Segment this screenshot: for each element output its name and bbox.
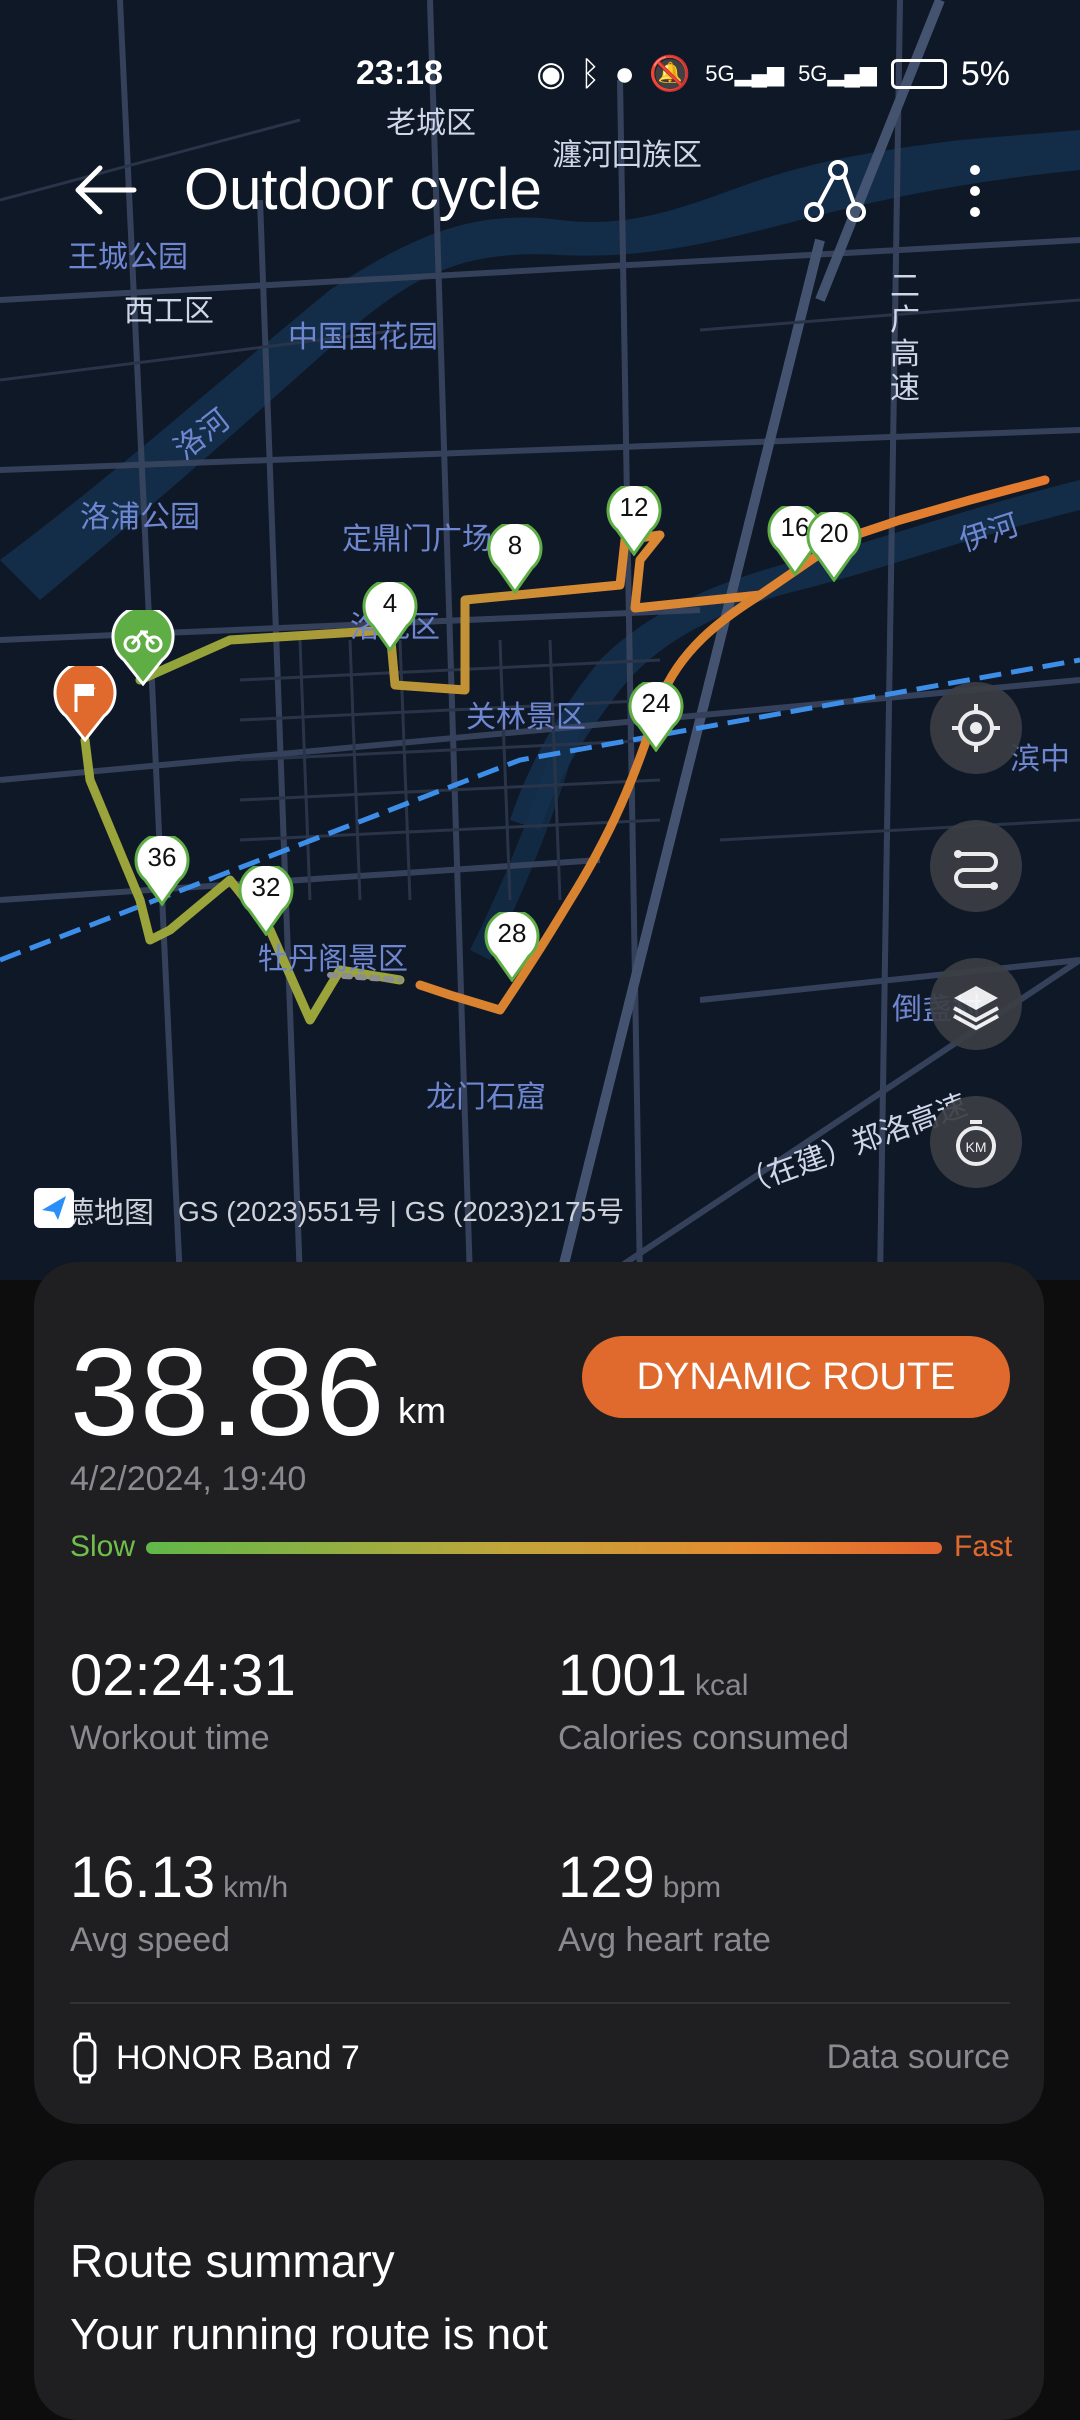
locate-button[interactable] [930, 682, 1022, 774]
km-marker-label: 8 [507, 530, 523, 560]
km-marker-12: 12 [606, 486, 662, 556]
dynamic-route-button[interactable]: DYNAMIC ROUTE [582, 1336, 1010, 1418]
finish-flag-icon [53, 666, 117, 742]
layers-button[interactable] [930, 958, 1022, 1050]
svg-text:KM: KM [966, 1139, 987, 1155]
map-license: GS (2023)551号 | GS (2023)2175号 [178, 1196, 625, 1227]
more-options-icon[interactable] [950, 156, 1000, 226]
km-marker-4: 4 [362, 582, 418, 652]
battery-icon [890, 59, 947, 89]
map-label-xigong: 西工区 [124, 295, 214, 328]
km-marker-label: 20 [819, 518, 849, 548]
status-icons: ◉ ᛒ ● 🔕 5G▂▄▆ 5G▂▄▆ 5% [536, 54, 1010, 94]
divider [70, 2002, 1010, 2004]
km-marker-label: 24 [641, 688, 671, 718]
mute-icon: 🔕 [648, 55, 692, 93]
km-marker-toggle-button[interactable]: KM [930, 1096, 1022, 1188]
status-bar: 23:18 ◉ ᛒ ● 🔕 5G▂▄▆ 5G▂▄▆ 5% [0, 50, 1080, 96]
back-arrow-icon[interactable] [70, 160, 140, 220]
stat-avg-heart-rate: 129 bpm Avg heart rate [558, 1844, 771, 1960]
stat-avg-speed: 16.13 km/h Avg speed [70, 1844, 288, 1960]
route-share-icon[interactable] [800, 156, 870, 226]
km-marker-24: 24 [628, 682, 684, 752]
device-name: HONOR Band 7 [116, 2038, 360, 2077]
map-label-mudan: 牡丹阁景区 [258, 943, 408, 976]
km-marker-28: 28 [484, 912, 540, 982]
map-label-zhongguo: 中国国花园 [288, 321, 438, 354]
km-marker-36: 36 [134, 836, 190, 906]
map-attribution: 高德地图 GS (2023)551号 | GS (2023)2175号 [34, 1188, 624, 1232]
distance-unit: km [398, 1390, 446, 1431]
workout-date: 4/2/2024, 19:40 [70, 1460, 307, 1498]
location-icon: ● [614, 54, 635, 93]
workout-time-value: 02:24:31 [70, 1643, 296, 1708]
avg-speed-unit: km/h [223, 1871, 289, 1904]
battery-percent: 5% [960, 54, 1010, 93]
route-summary-text: Your running route is not [70, 2310, 548, 2359]
calories-value: 1001 [558, 1643, 688, 1708]
route-switch-button[interactable] [930, 820, 1022, 912]
km-marker-label: 12 [619, 492, 649, 522]
bluetooth-icon: ᛒ [579, 54, 601, 93]
fast-label: Fast [954, 1530, 1013, 1563]
map-label-luopu: 洛浦公园 [80, 501, 200, 534]
km-marker-32: 32 [238, 866, 294, 936]
km-marker-20: 20 [806, 512, 862, 582]
km-marker-label: 32 [251, 872, 281, 902]
km-marker-label: 4 [382, 588, 398, 618]
route-summary-title: Route summary [70, 2235, 395, 2287]
map-label-guanlin: 关林景区 [466, 701, 586, 734]
km-marker-8: 8 [487, 524, 543, 594]
heart-rate-label: Avg heart rate [558, 1921, 771, 1959]
route-switch-icon [954, 850, 998, 890]
heart-rate-value: 129 [558, 1845, 655, 1910]
band-device-icon [73, 2032, 97, 2084]
calories-unit: kcal [695, 1669, 749, 1702]
map-label-longmen: 龙门石窟 [426, 1081, 546, 1114]
avg-speed-value: 16.13 [70, 1845, 216, 1910]
slow-label: Slow [70, 1530, 136, 1563]
status-time: 23:18 [356, 54, 443, 92]
speed-gradient-bar [146, 1542, 942, 1554]
map-label-dingding: 定鼎门广场 [342, 523, 492, 556]
heart-rate-unit: bpm [662, 1871, 722, 1904]
route-summary-card: Route summary Your running route is not [34, 2160, 1044, 2420]
start-bike-icon [111, 610, 175, 686]
signal-2: 5G▂▄▆ [798, 61, 877, 86]
distance-value: 38.86 [70, 1324, 386, 1462]
eye-icon: ◉ [536, 55, 566, 93]
map-label-wangcheng: 王城公园 [68, 241, 188, 274]
stat-calories: 1001 kcal Calories consumed [558, 1642, 849, 1758]
signal-1: 5G▂▄▆ [705, 61, 785, 86]
top-bar: Outdoor cycle [0, 150, 1080, 230]
km-marker-label: 28 [497, 918, 527, 948]
avg-speed-label: Avg speed [70, 1921, 231, 1959]
map-label-erguang: 二广高速 [890, 270, 920, 405]
data-source-label: Data source [826, 2038, 1010, 2076]
km-marker-label: 36 [147, 842, 177, 872]
amap-logo-icon [34, 1188, 74, 1228]
map-label-laocheng: 老城区 [386, 107, 476, 140]
calories-label: Calories consumed [558, 1719, 850, 1757]
workout-summary-card: 38.86 km DYNAMIC ROUTE 4/2/2024, 19:40 S… [34, 1262, 1044, 2124]
layers-icon [953, 986, 999, 1031]
workout-time-label: Workout time [70, 1719, 270, 1757]
stopwatch-km-icon: KM [956, 1120, 996, 1166]
page-title: Outdoor cycle [184, 157, 542, 222]
device-row[interactable]: HONOR Band 7 [70, 2032, 360, 2084]
stat-workout-time: 02:24:31 Workout time [70, 1642, 296, 1758]
locate-icon [952, 704, 1000, 752]
